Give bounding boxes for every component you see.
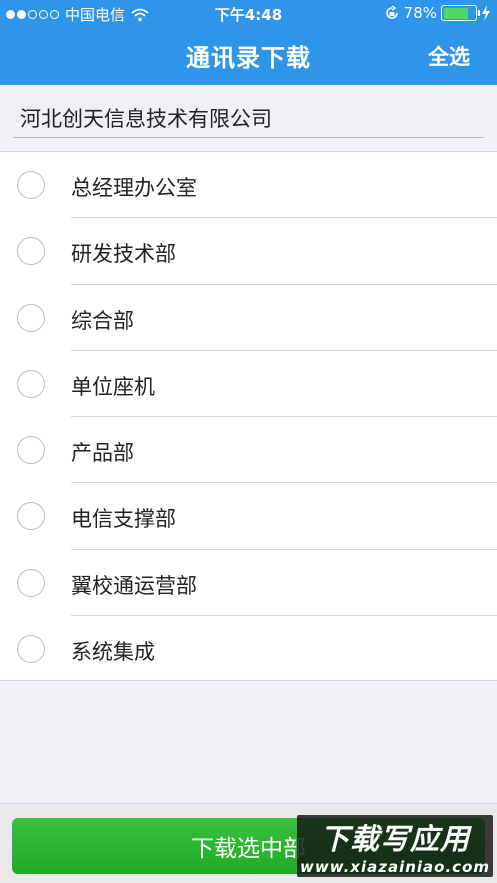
list-item[interactable]: 研发技术部 — [0, 218, 497, 285]
list-item[interactable]: 系统集成 — [0, 616, 497, 682]
radio-button[interactable] — [17, 237, 45, 266]
watermark-url: www.xiazainiao.com — [299, 858, 491, 876]
status-bar: 中国电信 下午4:48 78% — [0, 0, 497, 28]
radio-button[interactable] — [17, 635, 45, 664]
radio-button[interactable] — [17, 303, 45, 332]
department-label: 综合部 — [71, 308, 134, 333]
department-label: 总经理办公室 — [71, 176, 197, 200]
battery-percent: 78% — [403, 4, 437, 22]
radio-button[interactable] — [17, 171, 45, 199]
rotation-lock-icon — [385, 5, 398, 19]
select-all-button[interactable]: 全选 — [428, 41, 470, 71]
department-label: 电信支撑部 — [71, 507, 176, 532]
radio-button[interactable] — [17, 502, 45, 531]
navigation-header: 中国电信 下午4:48 78% 通讯录下载 全选 — [0, 0, 497, 85]
company-section: 河北创天信息技术有限公司 — [0, 85, 497, 151]
department-label: 系统集成 — [71, 640, 155, 665]
department-label: 产品部 — [71, 441, 134, 466]
list-item[interactable]: 总经理办公室 — [0, 152, 497, 219]
list-item[interactable]: 产品部 — [0, 417, 497, 484]
list-item[interactable]: 翼校通运营部 — [0, 550, 497, 617]
radio-button[interactable] — [17, 436, 45, 465]
company-underline — [13, 137, 484, 138]
list-item[interactable]: 单位座机 — [0, 351, 497, 418]
department-list: 总经理办公室 研发技术部 综合部 单位座机 产品部 电信支撑部 翼校通运营部 系… — [0, 151, 497, 681]
watermark-logo: 下载写应用 www.xiazainiao.com — [297, 815, 493, 877]
radio-button[interactable] — [17, 568, 45, 597]
battery-fill — [443, 7, 468, 19]
battery-icon — [441, 5, 480, 21]
list-item[interactable]: 电信支撑部 — [0, 483, 497, 550]
department-label: 研发技术部 — [71, 242, 176, 267]
company-name: 河北创天信息技术有限公司 — [20, 107, 272, 131]
footer-bar: 下载选中部 下载写应用 www.xiazainiao.com — [0, 803, 497, 883]
department-label: 翼校通运营部 — [71, 573, 197, 598]
status-right: 78% — [384, 4, 491, 22]
charging-bolt-icon — [482, 5, 490, 21]
list-item[interactable]: 综合部 — [0, 285, 497, 351]
battery-tip — [478, 10, 480, 16]
watermark-title: 下载写应用 — [319, 822, 470, 856]
page-title: 通讯录下载 — [186, 44, 311, 72]
download-button-label: 下载选中部 — [191, 836, 306, 862]
radio-button[interactable] — [17, 369, 45, 398]
department-label: 单位座机 — [71, 374, 155, 399]
